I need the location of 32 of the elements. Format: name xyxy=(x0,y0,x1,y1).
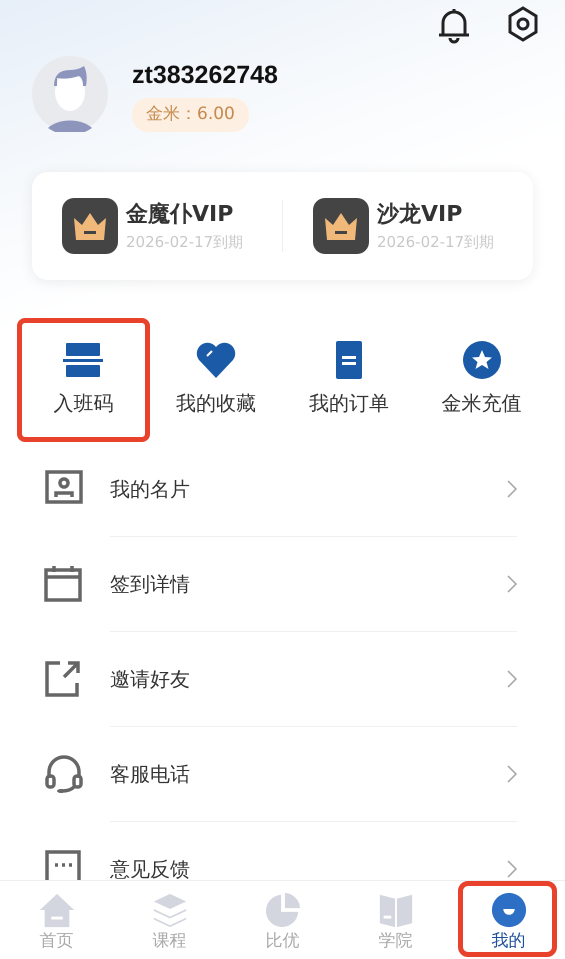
chevron-right-icon xyxy=(507,480,517,498)
headset-icon xyxy=(44,754,84,794)
menu-item[interactable]: 签到详情 xyxy=(0,537,565,631)
calendar-icon xyxy=(44,564,84,604)
quick-action-button[interactable]: 金米充值 xyxy=(415,318,548,442)
menu-item[interactable]: 我的名片 xyxy=(0,442,565,536)
chevron-right-icon xyxy=(507,670,517,688)
notification-bell-icon[interactable] xyxy=(437,6,471,44)
chevron-right-icon xyxy=(507,575,517,593)
heart-icon xyxy=(196,340,236,380)
settings-icon[interactable] xyxy=(507,6,539,42)
house-icon xyxy=(38,891,76,929)
tab-bar-item[interactable]: 我的 xyxy=(452,881,565,959)
crown-icon xyxy=(313,198,369,254)
message-icon xyxy=(44,849,84,880)
avatar-icon xyxy=(32,56,108,132)
profile-icon xyxy=(490,891,528,929)
membership-name: 金魔仆VIP xyxy=(126,201,234,230)
chevron-right-icon xyxy=(507,860,517,878)
crown-icon xyxy=(62,198,118,254)
chevron-right-icon xyxy=(507,765,517,783)
quick-action-button[interactable]: 我的订单 xyxy=(282,318,416,442)
balance-badge: 金米：6.00 xyxy=(132,98,249,132)
username: zt383262748 xyxy=(132,60,278,90)
pie-chart-icon xyxy=(264,891,302,929)
menu-item[interactable]: 意见反馈 xyxy=(0,822,565,880)
quick-action-button[interactable]: 我的收藏 xyxy=(150,318,282,442)
quick-action-button[interactable]: 入班码 xyxy=(17,318,150,442)
list-icon xyxy=(63,340,104,380)
menu-item[interactable]: 邀请好友 xyxy=(0,632,565,726)
membership-name: 沙龙VIP xyxy=(377,201,464,230)
menu-item[interactable]: 客服电话 xyxy=(0,727,565,821)
